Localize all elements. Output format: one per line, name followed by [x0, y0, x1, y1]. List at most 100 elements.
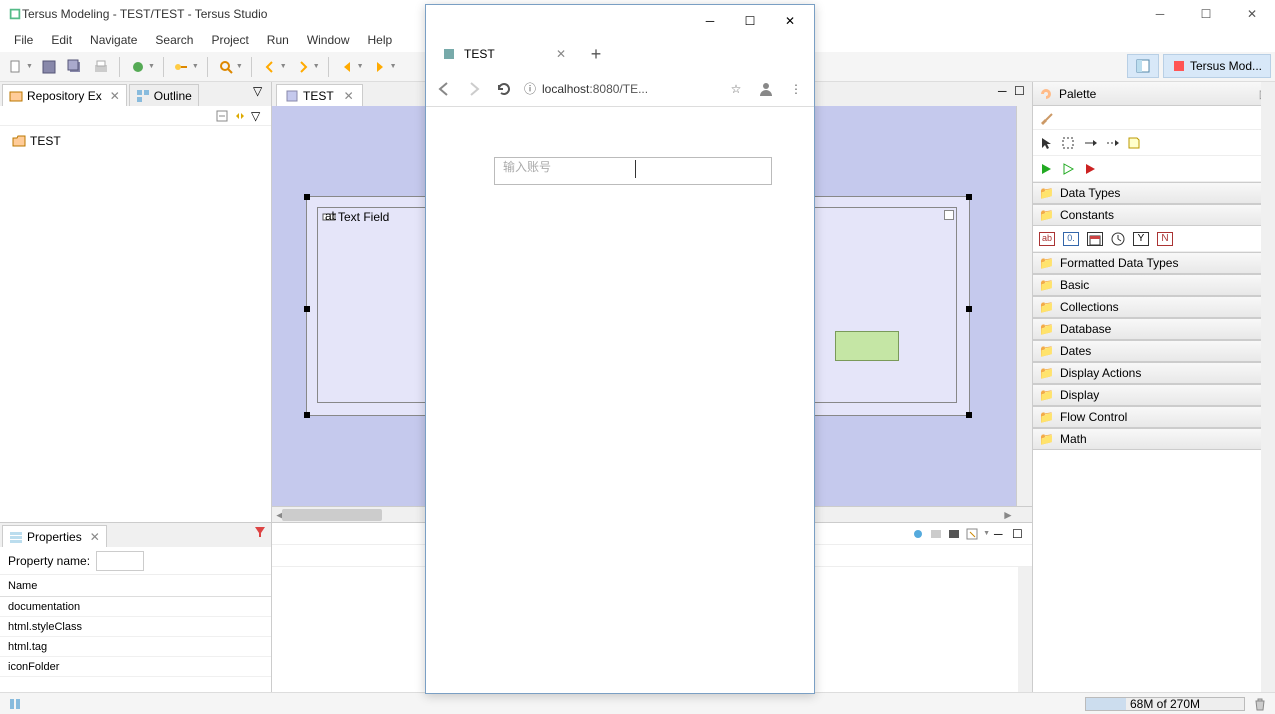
brush-icon[interactable] — [1039, 111, 1053, 125]
minimize-view-icon[interactable]: ─ — [998, 84, 1012, 98]
view-menu-button[interactable]: ▽ — [251, 109, 265, 123]
browser-address-bar[interactable]: ⓘ localhost:8080/TE... — [524, 80, 716, 97]
browser-reload-button[interactable] — [494, 79, 514, 99]
filter-icon[interactable] — [253, 525, 267, 539]
console-terminal-icon[interactable] — [947, 527, 961, 541]
console-vscrollbar[interactable] — [1018, 567, 1032, 692]
menu-edit[interactable]: Edit — [43, 31, 80, 49]
connector-icon[interactable] — [1083, 136, 1097, 150]
property-name-input[interactable] — [96, 551, 144, 571]
connector-dashed-icon[interactable] — [1105, 136, 1119, 150]
play-green-icon[interactable] — [1039, 162, 1053, 176]
menu-search[interactable]: Search — [147, 31, 201, 49]
collapse-all-icon[interactable] — [215, 109, 229, 123]
drawer-display-actions[interactable]: 📁Display Actions — [1033, 362, 1275, 384]
browser-minimize-button[interactable]: ─ — [690, 7, 730, 35]
drawer-basic[interactable]: 📁Basic — [1033, 274, 1275, 296]
star-icon[interactable]: ☆ — [726, 79, 746, 99]
property-row[interactable]: html.tag — [0, 637, 271, 657]
resize-corner-icon[interactable] — [944, 210, 954, 220]
drawer-dates[interactable]: 📁Dates — [1033, 340, 1275, 362]
close-icon[interactable]: ✕ — [344, 89, 354, 103]
browser-tab[interactable]: TEST ✕ — [434, 39, 574, 69]
menu-file[interactable]: File — [6, 31, 41, 49]
select-tool-icon[interactable] — [1039, 136, 1053, 150]
link-editor-icon[interactable] — [233, 109, 247, 123]
drawer-display[interactable]: 📁Display — [1033, 384, 1275, 406]
maximize-button[interactable]: ☐ — [1183, 0, 1229, 28]
close-button[interactable]: ✕ — [1229, 0, 1275, 28]
menu-navigate[interactable]: Navigate — [82, 31, 145, 49]
drawer-collections[interactable]: 📁Collections — [1033, 296, 1275, 318]
drawer-data-types[interactable]: 📁Data Types — [1033, 182, 1275, 204]
const-text-icon[interactable]: ab — [1039, 232, 1055, 246]
palette-vscrollbar[interactable] — [1261, 82, 1275, 692]
const-num-icon[interactable]: 0. — [1063, 232, 1079, 246]
perspective-tersus[interactable]: Tersus Mod... — [1163, 54, 1271, 78]
search-button[interactable] — [214, 55, 238, 79]
editor-tab-test[interactable]: TEST ✕ — [276, 84, 363, 106]
palette-header[interactable]: Palette ▷ — [1033, 82, 1275, 106]
property-row[interactable]: documentation — [0, 597, 271, 617]
console-min-icon[interactable]: ─ — [994, 527, 1008, 541]
menu-run[interactable]: Run — [259, 31, 297, 49]
page-input[interactable]: 输入账号 — [494, 157, 772, 185]
gc-trash-icon[interactable] — [1253, 697, 1267, 711]
properties-column-name[interactable]: Name — [0, 575, 271, 597]
save-button[interactable] — [37, 55, 61, 79]
new-button[interactable] — [4, 55, 28, 79]
play-red-icon[interactable] — [1083, 162, 1097, 176]
drawer-formatted[interactable]: 📁Formatted Data Types — [1033, 252, 1275, 274]
play-outline-icon[interactable] — [1061, 162, 1075, 176]
tab-properties[interactable]: Properties ✕ — [2, 525, 107, 547]
forward-button[interactable] — [368, 55, 392, 79]
browser-maximize-button[interactable]: ☐ — [730, 7, 770, 35]
browser-forward-button[interactable] — [464, 79, 484, 99]
tab-repository[interactable]: Repository Ex ✕ — [2, 84, 127, 106]
drawer-flow-control[interactable]: 📁Flow Control — [1033, 406, 1275, 428]
maximize-view-icon[interactable]: ☐ — [1014, 84, 1028, 98]
tab-outline[interactable]: Outline — [129, 84, 199, 106]
back-button[interactable] — [335, 55, 359, 79]
close-icon[interactable]: ✕ — [90, 530, 100, 544]
browser-new-tab-button[interactable]: + — [582, 40, 610, 68]
const-time-icon[interactable] — [1111, 232, 1125, 246]
properties-table[interactable]: Name documentation html.styleClass html.… — [0, 575, 271, 692]
const-date-icon[interactable] — [1087, 232, 1103, 246]
property-row[interactable]: html.styleClass — [0, 617, 271, 637]
print-button[interactable] — [89, 55, 113, 79]
browser-close-button[interactable]: ✕ — [770, 7, 810, 35]
drawer-math[interactable]: 📁Math — [1033, 428, 1275, 450]
console-open-icon[interactable] — [965, 527, 979, 541]
property-row[interactable]: iconFolder — [0, 657, 271, 677]
menu-dots-icon[interactable]: ⋮ — [786, 79, 806, 99]
run-button[interactable] — [170, 55, 194, 79]
nav-next-button[interactable] — [291, 55, 315, 79]
info-icon[interactable]: ⓘ — [524, 80, 536, 97]
menu-window[interactable]: Window — [299, 31, 358, 49]
console-max-icon[interactable]: ☐ — [1012, 527, 1026, 541]
repository-tree[interactable]: TEST — [0, 126, 271, 522]
minimize-button[interactable]: ─ — [1137, 0, 1183, 28]
status-icon[interactable] — [8, 697, 22, 711]
browser-tab-close-icon[interactable]: ✕ — [556, 47, 566, 61]
tree-item-test[interactable]: TEST — [8, 132, 263, 150]
menu-project[interactable]: Project — [203, 31, 256, 49]
drawer-database[interactable]: 📁Database — [1033, 318, 1275, 340]
const-no-icon[interactable]: N — [1157, 232, 1173, 246]
drawer-constants[interactable]: 📁Constants — [1033, 204, 1275, 226]
note-icon[interactable] — [1127, 136, 1141, 150]
debug-button[interactable] — [126, 55, 150, 79]
const-yes-icon[interactable]: Y — [1133, 232, 1149, 246]
green-element[interactable] — [835, 331, 899, 361]
console-display-icon[interactable] — [929, 527, 943, 541]
memory-bar[interactable]: 68M of 270M — [1085, 697, 1245, 711]
nav-prev-button[interactable] — [258, 55, 282, 79]
open-perspective-button[interactable] — [1127, 54, 1159, 78]
marquee-tool-icon[interactable] — [1061, 136, 1075, 150]
view-menu-icon[interactable]: ▽ — [253, 84, 267, 98]
console-pin-icon[interactable] — [911, 527, 925, 541]
menu-help[interactable]: Help — [360, 31, 401, 49]
close-icon[interactable]: ✕ — [110, 89, 120, 103]
user-icon[interactable] — [756, 79, 776, 99]
